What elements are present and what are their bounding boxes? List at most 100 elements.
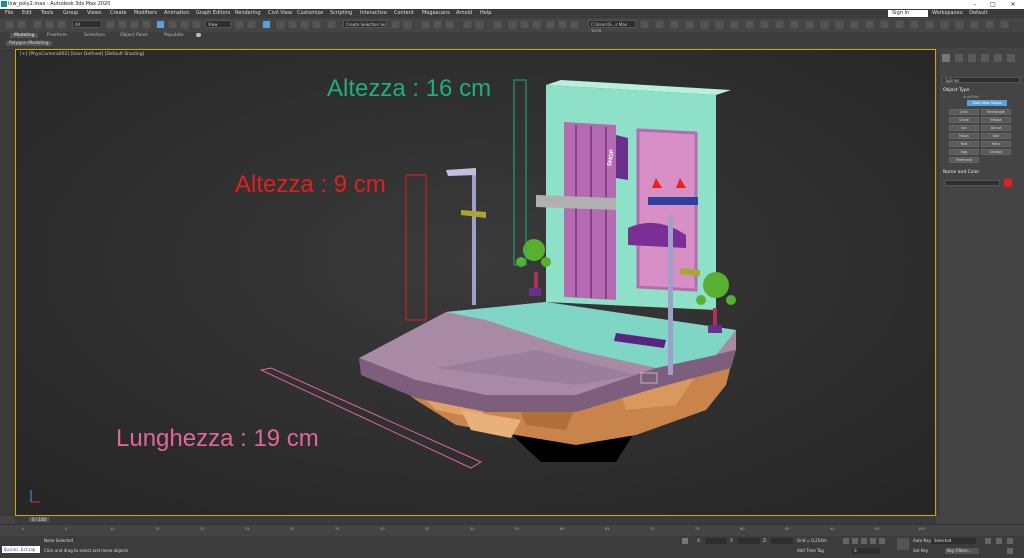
menu-arnold[interactable]: Arnold xyxy=(456,10,472,16)
text-button[interactable]: Text xyxy=(949,141,979,147)
time-slider[interactable]: 0 / 100 xyxy=(15,516,936,524)
edit-named-selection-icon[interactable] xyxy=(327,20,336,29)
material-editor-icon[interactable] xyxy=(493,20,502,29)
ngon-button[interactable]: NGon xyxy=(949,133,979,139)
menu-modifiers[interactable]: Modifiers xyxy=(134,10,157,16)
motion-tab-icon[interactable] xyxy=(981,54,989,62)
toolbar-tool-icon[interactable] xyxy=(880,20,889,29)
toolbar-tool-icon[interactable] xyxy=(685,20,694,29)
toolbar-tool-icon[interactable] xyxy=(835,20,844,29)
menu-file[interactable]: File xyxy=(5,10,13,16)
project-folder-dropdown[interactable]: C:\Users\S...s Max 2020 xyxy=(588,20,636,34)
go-start-icon[interactable] xyxy=(843,538,849,544)
menu-content[interactable]: Content xyxy=(394,10,414,16)
toolbar-tool-icon[interactable] xyxy=(670,20,679,29)
rendered-frame-window-icon[interactable] xyxy=(520,20,529,29)
toolbar-tool-icon[interactable] xyxy=(775,20,784,29)
z-coordinate-field[interactable] xyxy=(771,538,793,544)
tab-modeling[interactable]: Modeling xyxy=(10,33,39,38)
key-filters-button[interactable]: Key Filters... xyxy=(945,548,979,554)
minimize-button[interactable]: – xyxy=(968,0,982,9)
orbit-icon[interactable] xyxy=(996,538,1002,544)
freehand-button[interactable]: Freehand xyxy=(949,157,979,163)
x-coordinate-field[interactable] xyxy=(705,538,727,544)
egg-button[interactable]: Egg xyxy=(949,149,979,155)
scene-explorer-icon[interactable] xyxy=(421,20,430,29)
ribbon-options-icon[interactable] xyxy=(196,33,201,37)
ribbon-toggle-icon[interactable] xyxy=(445,20,454,29)
menu-create[interactable]: Create xyxy=(110,10,127,16)
menu-graph-editors[interactable]: Graph Editors xyxy=(196,10,230,16)
arc-button[interactable]: Arc xyxy=(949,125,979,131)
mirror-icon[interactable] xyxy=(391,20,400,29)
y-coordinate-field[interactable] xyxy=(738,538,760,544)
toolbar-tool-icon[interactable] xyxy=(640,20,649,29)
toolbar-tool-icon[interactable] xyxy=(820,20,829,29)
key-mode-icon[interactable] xyxy=(897,538,909,550)
select-object-icon[interactable] xyxy=(106,20,115,29)
rectangle-button[interactable]: Rectangle xyxy=(981,109,1011,115)
toolbar-tool-icon[interactable] xyxy=(745,20,754,29)
pivot-center-icon[interactable] xyxy=(235,20,244,29)
a360-gallery-icon[interactable] xyxy=(558,20,567,29)
object-color-swatch[interactable] xyxy=(1004,179,1012,187)
helix-button[interactable]: Helix xyxy=(981,141,1011,147)
auto-key-button[interactable]: Auto Key xyxy=(913,538,931,543)
render-production-icon[interactable] xyxy=(532,20,541,29)
tab-populate[interactable]: Populate xyxy=(164,33,184,38)
display-tab-icon[interactable] xyxy=(994,54,1002,62)
section-button[interactable]: Section xyxy=(981,149,1011,155)
selection-filter-dropdown[interactable]: All xyxy=(72,20,102,28)
category-dropdown[interactable]: Splines xyxy=(942,77,1020,83)
toolbar-tool-icon[interactable] xyxy=(985,20,994,29)
tab-selection[interactable]: Selection xyxy=(84,33,105,38)
create-tab-icon[interactable] xyxy=(942,54,950,62)
modify-tab-icon[interactable] xyxy=(955,54,963,62)
add-time-tag[interactable]: Add Time Tag xyxy=(797,548,824,553)
menu-tools[interactable]: Tools xyxy=(41,10,53,16)
select-manipulate-icon[interactable] xyxy=(247,20,256,29)
lock-icon[interactable] xyxy=(682,538,688,544)
toolbar-tool-icon[interactable] xyxy=(700,20,709,29)
reference-coordinate-dropdown[interactable]: View xyxy=(205,20,231,28)
object-type-rollout[interactable]: Object Type xyxy=(943,88,969,93)
hierarchy-tab-icon[interactable] xyxy=(968,54,976,62)
selected-dropdown[interactable]: Selected xyxy=(932,538,976,544)
object-name-field[interactable] xyxy=(945,180,1000,186)
align-icon[interactable] xyxy=(403,20,412,29)
toolbar-tool-icon[interactable] xyxy=(970,20,979,29)
toolbar-tool-icon[interactable] xyxy=(895,20,904,29)
workspace-selector[interactable]: Workspaces: Default xyxy=(932,10,1022,17)
toolbar-tool-icon[interactable] xyxy=(760,20,769,29)
window-crossing-icon[interactable] xyxy=(142,20,151,29)
tab-object-paint[interactable]: Object Paint xyxy=(120,33,147,38)
spinner-snap-icon[interactable] xyxy=(312,20,321,29)
menu-customize[interactable]: Customize xyxy=(297,10,323,16)
circle-button[interactable]: Circle xyxy=(949,117,979,123)
menu-civil-view[interactable]: Civil View xyxy=(268,10,292,16)
toolbar-tool-icon[interactable] xyxy=(850,20,859,29)
snaps-toggle-icon[interactable] xyxy=(276,20,285,29)
unlink-icon[interactable] xyxy=(45,20,54,29)
render-setup-icon[interactable] xyxy=(508,20,517,29)
redo-icon[interactable] xyxy=(17,20,26,29)
link-icon[interactable] xyxy=(33,20,42,29)
line-button[interactable]: Line xyxy=(949,109,979,115)
maximize-button[interactable]: □ xyxy=(986,0,1000,9)
toolbar-tool-icon[interactable] xyxy=(655,20,664,29)
utilities-tab-icon[interactable] xyxy=(1007,54,1015,62)
menu-rendering[interactable]: Rendering xyxy=(235,10,261,16)
toolbar-tool-icon[interactable] xyxy=(1000,20,1009,29)
menu-megascans[interactable]: Megascans xyxy=(422,10,450,16)
toolbar-tool-icon[interactable] xyxy=(955,20,964,29)
placement-icon[interactable] xyxy=(192,20,201,29)
autogrid-label[interactable]: AutoGrid xyxy=(963,95,978,99)
set-key-button[interactable]: Set Key xyxy=(913,548,928,553)
toolbar-tool-icon[interactable] xyxy=(715,20,724,29)
select-by-name-icon[interactable] xyxy=(118,20,127,29)
menu-views[interactable]: Views xyxy=(87,10,101,16)
render-in-cloud-icon[interactable] xyxy=(546,20,555,29)
toolbar-tool-icon[interactable] xyxy=(865,20,874,29)
curve-editor-icon[interactable] xyxy=(463,20,472,29)
percent-snap-icon[interactable] xyxy=(300,20,309,29)
